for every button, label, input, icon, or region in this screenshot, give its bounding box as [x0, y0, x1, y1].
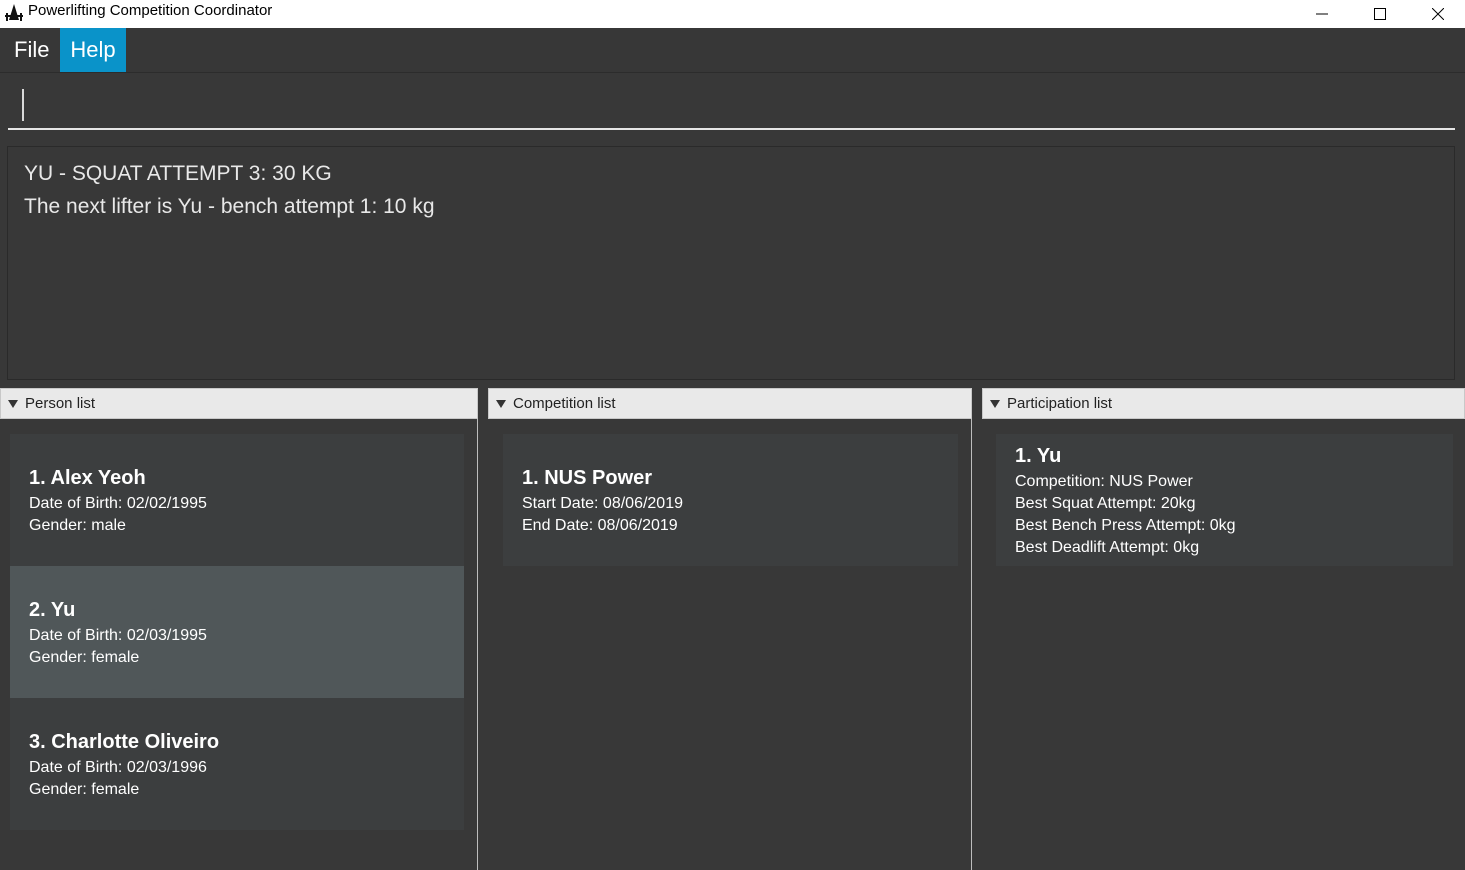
participation-card[interactable]: 1. Yu Competition: NUS Power Best Squat … — [996, 434, 1453, 566]
participation-best-bench: Best Bench Press Attempt: 0kg — [1015, 517, 1236, 534]
person-card[interactable]: 3. Charlotte Oliveiro Date of Birth: 02/… — [10, 698, 464, 830]
person-name: 1. Alex Yeoh — [29, 467, 146, 489]
person-gender: Gender: male — [29, 517, 126, 534]
competition-card[interactable]: 1. NUS Power Start Date: 08/06/2019 End … — [503, 434, 958, 566]
person-gender: Gender: female — [29, 781, 140, 798]
text-caret — [22, 89, 24, 121]
triangle-down-icon — [8, 400, 18, 408]
competition-list-panel: Competition list 1. NUS Power Start Date… — [488, 388, 972, 870]
panel-divider[interactable] — [971, 419, 972, 870]
competition-start-date: Start Date: 08/06/2019 — [522, 495, 683, 512]
menu-file[interactable]: File — [4, 28, 59, 72]
participation-name: 1. Yu — [1015, 445, 1062, 467]
competition-list-header[interactable]: Competition list — [488, 388, 972, 419]
menu-help[interactable]: Help — [60, 28, 126, 72]
person-card[interactable]: 1. Alex Yeoh Date of Birth: 02/02/1995 G… — [10, 434, 464, 566]
title-bar: Powerlifting Competition Coordinator — [0, 0, 1465, 28]
participation-competition: Competition: NUS Power — [1015, 473, 1193, 490]
window-title: Powerlifting Competition Coordinator — [28, 2, 273, 19]
person-name: 3. Charlotte Oliveiro — [29, 731, 220, 753]
person-gender: Gender: female — [29, 649, 140, 666]
person-list: 1. Alex Yeoh Date of Birth: 02/02/1995 G… — [0, 419, 478, 870]
competition-name: 1. NUS Power — [522, 467, 653, 489]
result-display: YU - SQUAT ATTEMPT 3: 30 KG The next lif… — [7, 146, 1455, 380]
person-list-title: Person list — [25, 395, 96, 412]
competition-list-title: Competition list — [513, 395, 616, 412]
maximize-button[interactable] — [1351, 0, 1409, 28]
participation-best-deadlift: Best Deadlift Attempt: 0kg — [1015, 539, 1200, 556]
person-dob: Date of Birth: 02/03/1996 — [29, 759, 207, 776]
minimize-button[interactable] — [1293, 0, 1351, 28]
command-input[interactable] — [8, 84, 1455, 128]
result-line-2: The next lifter is Yu - bench attempt 1:… — [24, 195, 435, 218]
result-line-1: YU - SQUAT ATTEMPT 3: 30 KG — [24, 162, 332, 185]
person-list-panel: Person list 1. Alex Yeoh Date of Birth: … — [0, 388, 478, 870]
command-box — [8, 84, 1455, 130]
person-list-header[interactable]: Person list — [0, 388, 478, 419]
triangle-down-icon — [990, 400, 1000, 408]
panel-divider[interactable] — [477, 419, 478, 870]
participation-best-squat: Best Squat Attempt: 20kg — [1015, 495, 1196, 512]
participation-list: 1. Yu Competition: NUS Power Best Squat … — [982, 419, 1465, 870]
participation-list-header[interactable]: Participation list — [982, 388, 1465, 419]
maximize-icon — [1374, 8, 1386, 20]
person-card-selected[interactable]: 2. Yu Date of Birth: 02/03/1995 Gender: … — [10, 566, 464, 698]
participation-list-title: Participation list — [1007, 395, 1113, 412]
menu-bar: File Help — [0, 28, 1465, 73]
person-dob: Date of Birth: 02/03/1995 — [29, 627, 207, 644]
competition-list: 1. NUS Power Start Date: 08/06/2019 End … — [488, 419, 972, 870]
competition-end-date: End Date: 08/06/2019 — [522, 517, 678, 534]
triangle-down-icon — [496, 400, 506, 408]
app-icon — [5, 4, 23, 21]
minimize-icon — [1316, 13, 1328, 15]
close-icon — [1432, 8, 1444, 20]
person-name: 2. Yu — [29, 599, 76, 621]
close-button[interactable] — [1409, 0, 1465, 28]
person-dob: Date of Birth: 02/02/1995 — [29, 495, 207, 512]
participation-list-panel: Participation list 1. Yu Competition: NU… — [982, 388, 1465, 870]
